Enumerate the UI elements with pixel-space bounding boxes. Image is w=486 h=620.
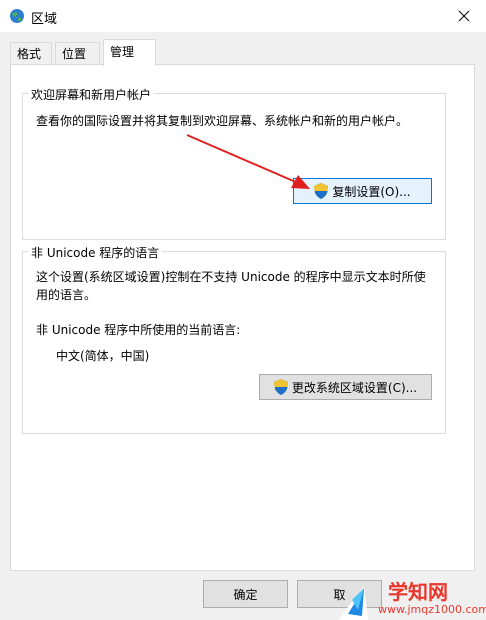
tab-location[interactable]: 位置 [55,42,100,64]
uac-shield-icon [273,379,288,395]
window-title: 区域 [31,12,58,27]
welcome-group-title: 欢迎屏幕和新用户帐户 [28,86,155,103]
current-language-value: 中文(简体，中国) [56,349,150,363]
welcome-screen-group: 欢迎屏幕和新用户帐户 查看你的国际设置并将其复制到欢迎屏幕、系统帐户和新的用户帐… [22,86,446,240]
title-bar: 区域 [0,0,486,32]
unicode-description-line1: 这个设置(系统区域设置)控制在不支持 Unicode 的程序中显示文本时所使 [36,270,426,284]
tab-format[interactable]: 格式 [10,42,52,64]
change-system-locale-button[interactable]: 更改系统区域设置(C)... [259,374,432,400]
tab-panel: 欢迎屏幕和新用户帐户 查看你的国际设置并将其复制到欢迎屏幕、系统帐户和新的用户帐… [10,64,475,571]
tab-administrative[interactable]: 管理 [103,39,156,66]
watermark: 学知网 www.jmqz1000.com [338,570,486,620]
copy-settings-button[interactable]: 复制设置(O)... [293,178,432,204]
uac-shield-icon [314,183,329,199]
ok-label: 确定 [233,587,258,602]
welcome-description: 查看你的国际设置并将其复制到欢迎屏幕、系统帐户和新的用户帐户。 [36,114,409,128]
ok-button[interactable]: 确定 [203,580,288,608]
close-icon [458,10,470,22]
unicode-language-group: 非 Unicode 程序的语言 这个设置(系统区域设置)控制在不支持 Unico… [22,244,446,434]
close-button[interactable] [442,0,486,32]
current-language-label: 非 Unicode 程序中所使用的当前语言: [36,323,241,337]
unicode-description-line2: 用的语言。 [36,288,97,302]
copy-settings-label: 复制设置(O)... [332,184,411,199]
unicode-group-title: 非 Unicode 程序的语言 [28,244,163,261]
watermark-brand: 学知网 [388,580,448,604]
watermark-url: www.jmqz1000.com [378,603,486,616]
change-system-locale-label: 更改系统区域设置(C)... [291,380,418,395]
globe-icon [10,9,24,23]
